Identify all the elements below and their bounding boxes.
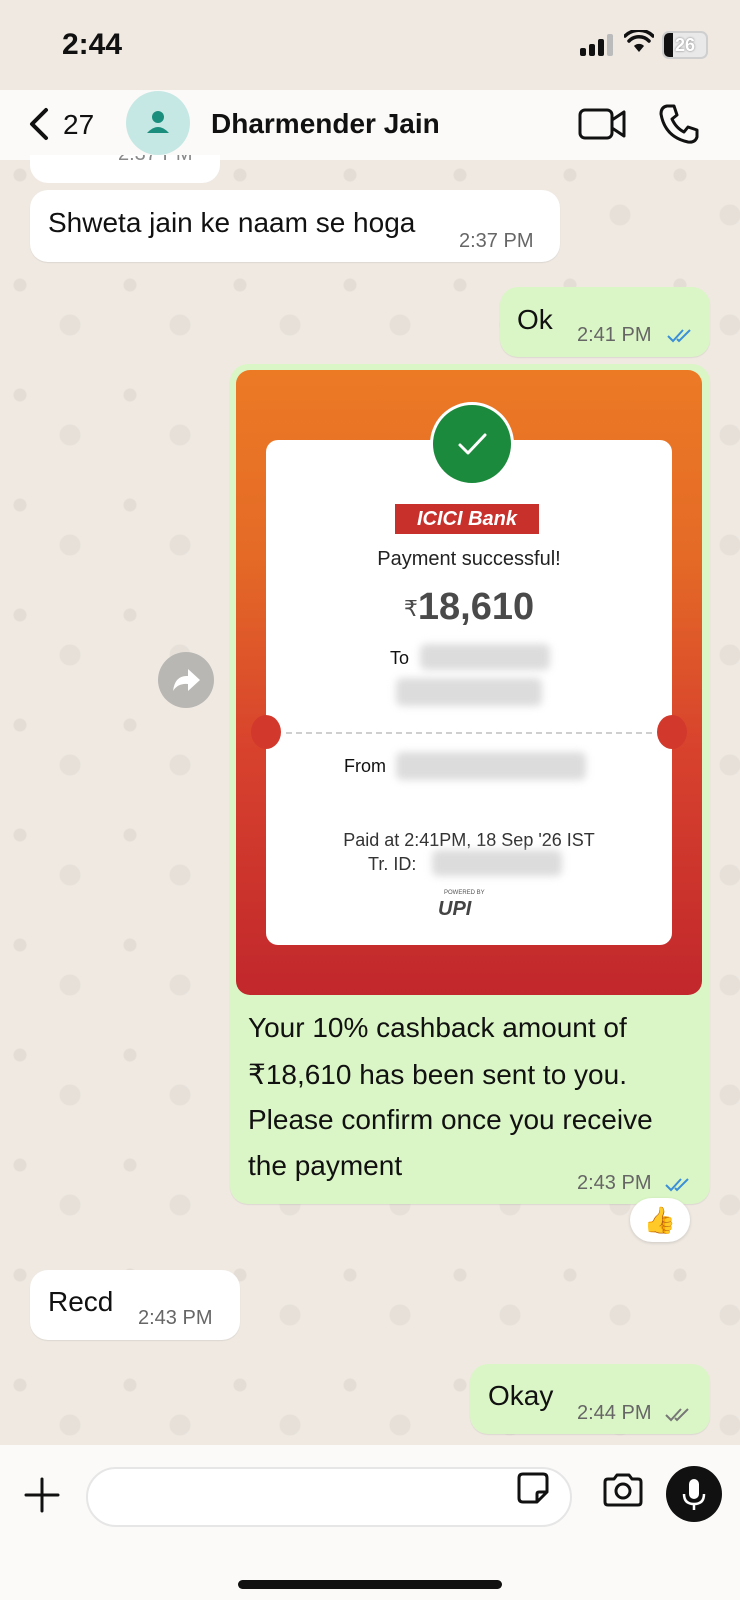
message-time: 2:37 PM <box>118 155 192 166</box>
receipt-notch-left <box>251 715 281 749</box>
payment-receipt-image[interactable]: ICICI Bank Payment successful! ₹18,610 T… <box>236 370 702 995</box>
video-icon[interactable] <box>578 106 628 142</box>
redacted-transaction-id <box>432 850 562 876</box>
message-caption-line: ₹18,610 has been sent to you. <box>248 1059 627 1090</box>
phone-icon[interactable] <box>657 102 701 146</box>
transaction-id-label: Tr. ID: <box>368 854 417 874</box>
battery-level: 26 <box>674 35 696 55</box>
battery-icon: 26 <box>662 31 708 59</box>
from-label: From <box>344 756 386 776</box>
status-bar: 2:44 26 <box>0 0 740 90</box>
message-text: Ok <box>517 304 553 335</box>
to-label: To <box>390 648 410 668</box>
message-time: 2:43 PM <box>138 1307 213 1329</box>
delivered-receipt-icon <box>665 1408 689 1422</box>
signal-icon <box>580 34 616 56</box>
message-input[interactable] <box>110 1483 494 1513</box>
reaction-badge[interactable]: 👍 <box>630 1198 690 1242</box>
message-input-box[interactable] <box>86 1467 572 1527</box>
powered-by: POWERED BY <box>444 890 485 896</box>
bank-logo: ICICI Bank <box>395 504 539 534</box>
amount-value: 18,610 <box>417 586 535 628</box>
home-indicator <box>238 1580 502 1589</box>
message-text: Shweta jain ke naam se hoga <box>48 207 416 238</box>
message-caption-line: the payment <box>248 1150 403 1181</box>
message-bubble-outgoing[interactable]: Ok 2:41 PM <box>500 287 710 357</box>
forward-icon <box>173 669 200 691</box>
read-receipt-icon <box>665 1178 689 1192</box>
unread-count[interactable]: 27 <box>63 109 94 141</box>
sticker-icon[interactable] <box>515 1470 551 1506</box>
avatar[interactable] <box>126 91 190 155</box>
mic-icon <box>682 1479 706 1510</box>
previous-message-bubble: 2:37 PM <box>30 155 220 183</box>
payment-status: Payment successful! <box>377 548 561 570</box>
message-bubble-incoming[interactable]: Recd 2:43 PM <box>30 1270 240 1340</box>
message-time: 2:37 PM <box>459 230 534 252</box>
currency-symbol: ₹ <box>403 595 418 621</box>
wifi-icon <box>624 30 654 52</box>
redacted-recipient <box>420 644 550 670</box>
upi-logo: UPI <box>438 898 472 920</box>
success-check <box>430 402 514 486</box>
composer-bar <box>0 1445 740 1600</box>
plus-icon[interactable] <box>22 1475 62 1515</box>
chat-header: 27 Dharmender Jain <box>0 90 740 160</box>
message-time: 2:43 PM <box>577 1172 652 1194</box>
status-time: 2:44 <box>62 28 123 61</box>
message-bubble-incoming[interactable]: Shweta jain ke naam se hoga 2:37 PM <box>30 190 560 262</box>
camera-icon[interactable] <box>601 1472 645 1508</box>
message-caption-line: Your 10% cashback amount of <box>248 1012 627 1043</box>
mic-button[interactable] <box>666 1466 722 1522</box>
receipt-notch-right <box>657 715 687 749</box>
payment-amount: ₹18,610 <box>266 586 672 629</box>
message-text: Recd <box>48 1286 114 1317</box>
paid-at: Paid at 2:41PM, 18 Sep '26 IST <box>343 830 595 850</box>
read-receipt-icon <box>667 329 691 343</box>
receipt-divider <box>286 732 652 734</box>
message-time: 2:41 PM <box>577 324 652 346</box>
back-chevron-icon[interactable] <box>22 104 62 144</box>
contact-name[interactable]: Dharmender Jain <box>211 108 440 140</box>
check-icon <box>458 433 487 455</box>
receipt-card: ICICI Bank Payment successful! ₹18,610 T… <box>251 440 687 945</box>
message-time: 2:44 PM <box>577 1402 652 1424</box>
redacted-recipient-id <box>396 678 542 706</box>
message-caption-line: Please confirm once you receive <box>248 1104 653 1135</box>
forward-button[interactable] <box>158 652 214 708</box>
person-icon <box>147 111 169 133</box>
redacted-sender <box>396 752 586 780</box>
message-bubble-outgoing[interactable]: Okay 2:44 PM <box>470 1364 710 1434</box>
message-text: Okay <box>488 1380 554 1411</box>
